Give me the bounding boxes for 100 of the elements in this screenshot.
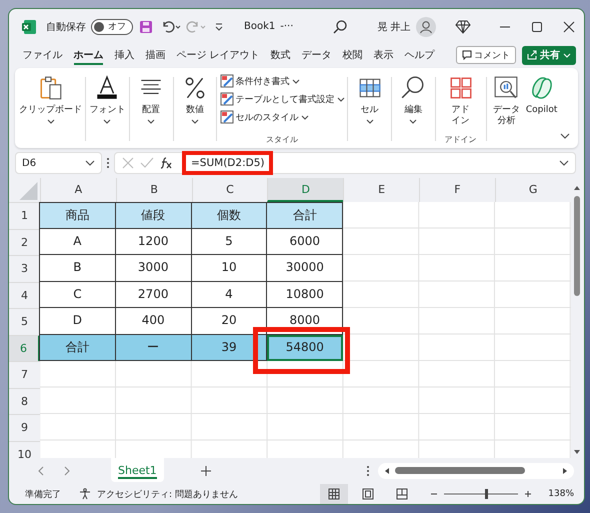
expand-icon[interactable] [559, 158, 569, 168]
caret-icon [300, 113, 309, 121]
row-header[interactable]: 3 [9, 255, 40, 282]
alignment-button[interactable]: 配置 [132, 73, 170, 145]
zoom-level: 138% [548, 489, 574, 499]
diamond-icon[interactable] [454, 18, 471, 34]
formula-bar[interactable]: =SUM(D2:D5) [114, 152, 576, 174]
table-cell: 個数 [192, 202, 268, 228]
table-cell: 10800 [267, 282, 344, 308]
add-ins-icon [448, 75, 474, 101]
caret-icon [563, 51, 571, 59]
row-header[interactable]: 2 [9, 228, 40, 255]
scroll-down-icon[interactable] [573, 448, 582, 456]
redo-icon [186, 18, 208, 34]
group-label: アドイン [444, 134, 477, 145]
copilot-button[interactable]: Copilot [523, 73, 560, 145]
font-button[interactable]: フォント [88, 73, 126, 145]
page-break-icon [396, 488, 408, 500]
clipboard-button[interactable]: クリップボード [19, 73, 82, 145]
menu-tab[interactable]: 表示 [368, 45, 400, 65]
comment-icon [462, 50, 472, 60]
comment-button[interactable]: コメント [456, 46, 516, 64]
menu-tab[interactable]: ファイル [17, 45, 68, 65]
close-icon[interactable] [562, 20, 575, 32]
caret-icon [336, 95, 345, 103]
number-format-button[interactable]: 数値 [176, 73, 214, 145]
user-name: 晃 井上 [377, 20, 411, 34]
row-header[interactable]: 9 [9, 414, 40, 440]
scroll-left-icon[interactable] [383, 466, 391, 474]
table-cell: 5 [192, 228, 268, 255]
table-cell: 1200 [116, 228, 192, 255]
autosave-toggle[interactable]: オフ [91, 18, 133, 34]
page-icon [362, 488, 374, 500]
style-menu-button[interactable]: テーブルとして書式設定 [220, 92, 345, 106]
function-icon[interactable] [159, 156, 173, 170]
table-style-icon [220, 92, 234, 106]
scroll-right-icon[interactable] [561, 466, 569, 474]
expand-ribbon-icon[interactable] [560, 131, 570, 141]
table-cell: 4 [192, 282, 268, 308]
cells-button[interactable]: セル [351, 73, 388, 145]
share-icon [527, 50, 537, 60]
maximize-icon[interactable] [530, 20, 543, 32]
caret-icon [292, 77, 300, 85]
row-header[interactable]: 10 [9, 440, 40, 458]
menu-tab[interactable]: ヘルプ [399, 45, 440, 65]
save-icon[interactable] [138, 18, 154, 34]
style-menu-button[interactable]: 条件付き書式 [220, 74, 300, 88]
table-cell: D [39, 308, 116, 334]
caret-icon [85, 158, 95, 168]
customize-icon[interactable] [213, 20, 225, 32]
column-header[interactable]: D [267, 178, 344, 202]
row-header[interactable]: 4 [9, 282, 40, 308]
table-cell: 値段 [116, 202, 192, 228]
search-icon[interactable] [332, 18, 348, 34]
status-text: 準備完了 [25, 488, 61, 500]
menu-tab[interactable]: 校閲 [337, 45, 368, 65]
table-cell: 3000 [116, 255, 192, 282]
add-ins-button[interactable]: アドイン [438, 73, 483, 128]
row-header[interactable]: 8 [9, 388, 40, 414]
accessibility-icon[interactable] [79, 488, 91, 500]
editing-button[interactable]: 編集 [394, 73, 432, 145]
table-cell: 合計 [267, 202, 344, 228]
scroll-up-icon[interactable] [573, 184, 582, 192]
name-box[interactable]: D6 [15, 152, 102, 174]
row-header[interactable]: 1 [9, 202, 40, 228]
share-button[interactable]: 共有 [522, 46, 576, 64]
avatar-icon[interactable] [416, 16, 436, 36]
row-header[interactable]: 5 [9, 308, 40, 334]
table-cell: 30000 [267, 255, 344, 282]
more-icon[interactable] [106, 157, 110, 169]
menu-tab[interactable]: 数式 [265, 45, 296, 65]
row-header[interactable]: 7 [9, 361, 40, 388]
normal-view-button[interactable] [320, 484, 348, 504]
autosave-label: 自動保存 [46, 20, 86, 34]
data-analysis-icon [493, 75, 520, 101]
menu-tab[interactable]: ホーム [68, 45, 109, 65]
menu-tab[interactable]: データ [296, 45, 338, 65]
table-cell: 合計 [39, 334, 116, 361]
excel-logo-icon[interactable] [21, 18, 37, 34]
menu-tab[interactable]: 挿入 [109, 45, 140, 65]
add-sheet-icon[interactable] [200, 464, 212, 476]
more-icon[interactable] [366, 464, 370, 476]
table-style-icon [220, 110, 234, 124]
row-header[interactable]: 6 [9, 334, 40, 361]
menu-tab[interactable]: 描画 [140, 45, 171, 65]
table-style-icon [220, 74, 234, 88]
table-cell: 20 [192, 308, 268, 334]
grid-icon [328, 488, 340, 500]
table-cell: A [39, 228, 116, 255]
sheet-tab[interactable]: Sheet1 [111, 458, 164, 482]
table-cell: 商品 [39, 202, 116, 228]
zoom-in-icon[interactable] [524, 490, 532, 498]
style-menu-button[interactable]: セルのスタイル [220, 110, 309, 124]
data-analysis-button[interactable]: データ分析 [490, 73, 524, 145]
caret-icon [46, 119, 54, 124]
magnifier-icon [400, 75, 426, 101]
horizontal-scrollbar[interactable] [378, 462, 574, 478]
menu-tab[interactable]: ページ レイアウト [171, 45, 266, 65]
table-cell: C [39, 282, 116, 308]
accessibility-status[interactable]: アクセシビリティ: 問題ありません [97, 488, 238, 500]
